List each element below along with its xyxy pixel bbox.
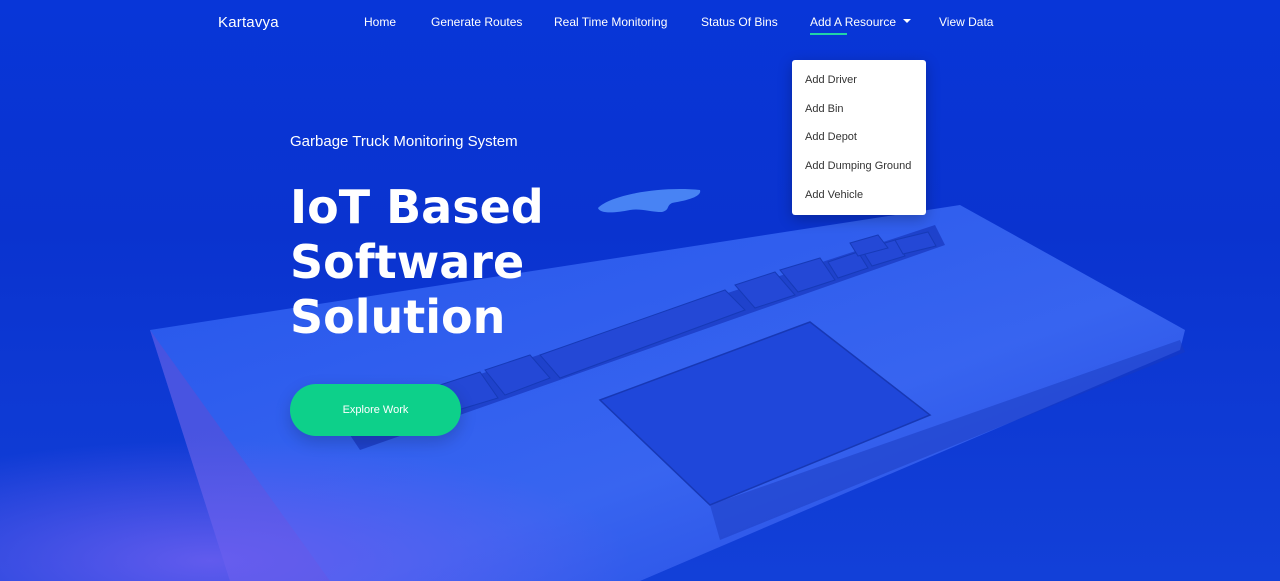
nav-status-of-bins[interactable]: Status Of Bins [701,15,778,29]
brand-logo[interactable]: Kartavya [218,14,279,31]
headline-line: Solution [290,290,506,344]
nav-real-time-monitoring[interactable]: Real Time Monitoring [554,15,667,29]
nav-add-a-resource[interactable]: Add A Resource [810,15,912,35]
nav-generate-routes[interactable]: Generate Routes [431,15,522,29]
hero-section: Kartavya Home Generate Routes Real Time … [0,0,1280,581]
dropdown-item-add-dumping-ground[interactable]: Add Dumping Ground [805,160,911,172]
dropdown-item-add-bin[interactable]: Add Bin [805,103,844,115]
headline-line: Software [290,235,525,289]
caret-down-icon [903,18,912,23]
nav-add-a-resource-label: Add A Resource [810,15,897,29]
nav-view-data[interactable]: View Data [939,15,993,29]
explore-work-button[interactable]: Explore Work [290,384,461,436]
add-resource-dropdown-menu: Add Driver Add Bin Add Depot Add Dumping… [792,60,926,215]
hero-headline: IoT Based Software Solution [290,180,690,345]
dropdown-item-add-vehicle[interactable]: Add Vehicle [805,189,863,201]
dropdown-item-add-driver[interactable]: Add Driver [805,74,857,86]
headline-line: IoT Based [290,180,544,234]
dropdown-item-add-depot[interactable]: Add Depot [805,131,857,143]
hero-subtitle: Garbage Truck Monitoring System [290,133,518,150]
nav-home[interactable]: Home [364,15,396,29]
